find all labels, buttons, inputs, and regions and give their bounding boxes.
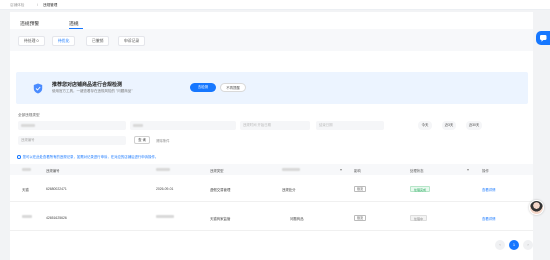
- cell-type: 天猫商家监管: [210, 217, 231, 221]
- breadcrumb-separator: /: [37, 3, 38, 7]
- cell-shop: 天猫: [22, 188, 29, 192]
- top-tabs: 违规预警 违规: [10, 12, 533, 29]
- status-badge: 处理中: [410, 215, 428, 221]
- th-status: 处理状态: [410, 169, 424, 173]
- cell-type: 虚假交易管理: [210, 188, 231, 192]
- breadcrumb-home[interactable]: 店铺体检: [10, 3, 24, 8]
- th-action: 操作: [482, 169, 489, 173]
- filter-icon[interactable]: [340, 169, 342, 171]
- cell-subtype: 问题商品: [290, 217, 304, 221]
- filter-tab-appeals[interactable]: 申诉记录: [118, 36, 146, 46]
- reset-link[interactable]: 清除条件: [156, 138, 170, 143]
- info-notice: 您可以在此处查看所有的违规记录，如需对记录进行申诉，在对应的店铺后进行申诉操作。: [17, 154, 158, 159]
- dismiss-button[interactable]: 不再提醒: [220, 83, 246, 92]
- view-detail-link[interactable]: 查看详情: [482, 216, 496, 221]
- query-button[interactable]: 查 询: [134, 136, 150, 144]
- detect-button[interactable]: 去检测: [190, 83, 216, 92]
- filter-tab-pending[interactable]: 待处理 0: [18, 36, 45, 46]
- end-date-field[interactable]: 结束日期: [316, 121, 384, 130]
- th-id: 违规编号: [46, 169, 60, 173]
- th-type: 违规类型: [210, 169, 224, 173]
- start-date-field[interactable]: 违规时间 开始日期: [240, 121, 310, 130]
- th-subtype: [282, 168, 300, 172]
- table-row: 天猫 62680022471 2026-09-01 虚假交易管理 违规处分 限流…: [10, 176, 533, 202]
- view-detail-link[interactable]: 查看详情: [482, 187, 496, 192]
- avatar[interactable]: [529, 200, 544, 215]
- cell-date: 2026-09-01: [156, 187, 174, 191]
- status-badge: 处理完成: [410, 186, 431, 192]
- effect-tag: 限流: [354, 215, 367, 221]
- cell-subtype: 违规处分: [282, 188, 296, 192]
- page-1-button[interactable]: 1: [509, 240, 519, 250]
- breadcrumb-current: 违规管理: [43, 3, 58, 7]
- side-tab[interactable]: [536, 31, 550, 45]
- cell-id: 62680022471: [46, 187, 67, 191]
- cell-date: [156, 215, 174, 219]
- notice-text: 您可以在此处查看所有的违规记录，如需对记录进行申诉，在对应的店铺后进行申诉操作。: [22, 155, 159, 159]
- cell-shop: [22, 215, 32, 219]
- main-panel: 违规预警 违规 待处理 0 待优化 已撤销 申诉记录 推荐您对店铺商品进行合规检…: [10, 12, 533, 260]
- tab-violation[interactable]: 违规: [69, 20, 79, 27]
- filter-tab-revoked[interactable]: 已撤销: [86, 36, 110, 46]
- violation-id-input[interactable]: 违规编号: [18, 136, 126, 145]
- violation-type-select[interactable]: [18, 121, 126, 130]
- chevron-right-icon[interactable]: ›: [523, 240, 533, 250]
- filter-tab-optimize[interactable]: 待优化: [52, 36, 76, 46]
- th-shop: [22, 168, 31, 172]
- effect-tag: 限流: [354, 186, 367, 192]
- violation-type-label: 全部违规类型: [18, 113, 40, 117]
- top-bar: 店铺体检 / 违规管理: [0, 0, 550, 10]
- th-time: [156, 168, 170, 172]
- quick-date-today[interactable]: 今天: [418, 121, 432, 130]
- banner-subtitle: 使用官方工具，一键查看存在违规风险的 "问题商品": [52, 89, 133, 93]
- status-filter-icon[interactable]: [467, 169, 469, 171]
- quick-date-30days[interactable]: 近30天: [466, 121, 482, 130]
- banner-title: 推荐您对店铺商品进行合规检测: [52, 82, 123, 88]
- chat-icon: [540, 35, 547, 42]
- category-select[interactable]: [130, 121, 236, 130]
- table-header: 违规编号 违规类型 影响 处理状态 操作: [10, 164, 533, 175]
- chevron-left-icon[interactable]: ‹: [495, 240, 505, 250]
- quick-date-3days[interactable]: 近3天: [442, 121, 456, 130]
- info-icon: [17, 155, 21, 159]
- tab-warning[interactable]: 违规预警: [20, 20, 39, 27]
- th-effect: 影响: [354, 169, 361, 173]
- cell-id: 42651625626: [46, 216, 67, 220]
- detection-banner: 推荐您对店铺商品进行合规检测 使用官方工具，一键查看存在违规风险的 "问题商品"…: [16, 72, 528, 104]
- shield-check-icon: [33, 83, 43, 94]
- table-row: 42651625626 天猫商家监管 问题商品 限流 处理中 查看详情: [10, 205, 533, 231]
